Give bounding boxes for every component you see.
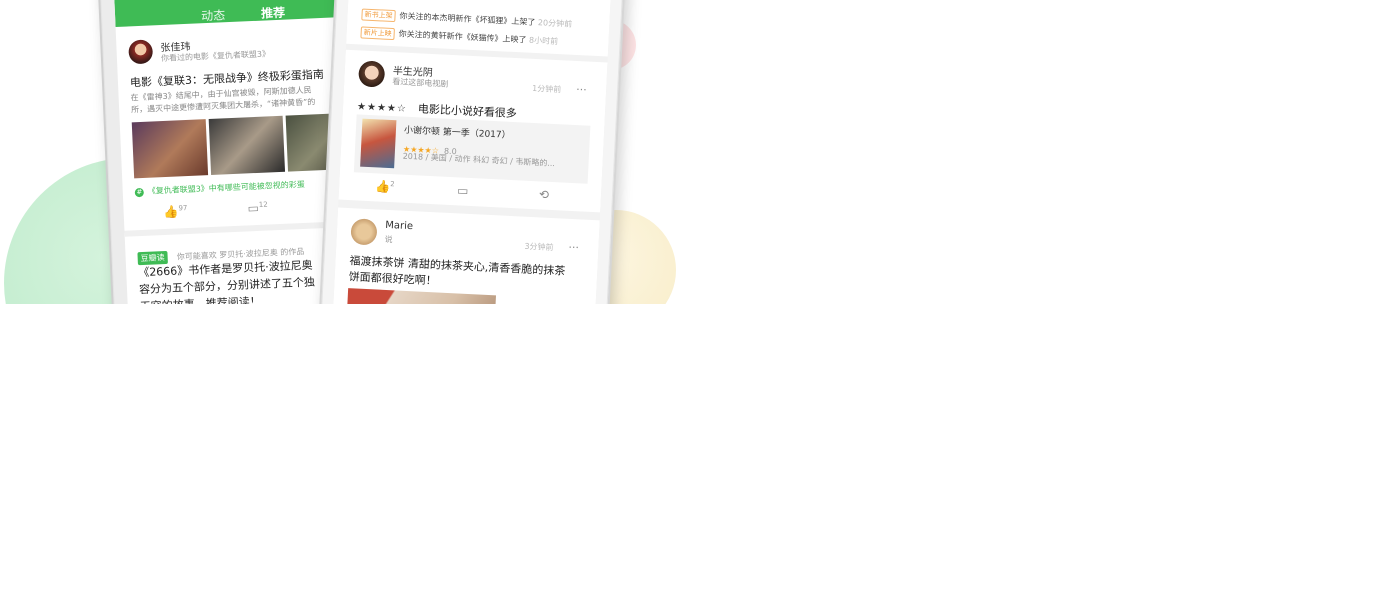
left-phone-screen: 动态 推荐 张佳玮 你看过的电影《复仇者联盟3》 电影《复联3：无限战争》终极彩… <box>111 0 355 304</box>
post-image-row <box>131 112 355 179</box>
post-user-name[interactable]: Marie <box>385 220 413 232</box>
status-card: Marie 说 3分钟前 ··· 福渡抹茶饼 清甜的抹茶夹心,清香香脆的抹茶 饼… <box>329 207 600 304</box>
avatar[interactable] <box>358 60 386 88</box>
review-card: 半生光阴 看过这部电视剧 1分钟前 ··· ★★★★☆ 电影比小说好看很多 小谢… <box>338 49 608 213</box>
post-time: 1分钟前 <box>531 83 562 95</box>
comment-icon: ▭ <box>456 183 469 198</box>
repost-button[interactable]: ⟲ <box>539 187 550 201</box>
avatar[interactable] <box>128 39 154 65</box>
like-count: 97 <box>178 204 188 213</box>
avatar[interactable] <box>350 218 378 246</box>
notice-text: 你关注的本杰明新作《坏狐狸》上架了 <box>399 11 536 27</box>
notice-tag: 新片上映 <box>360 26 395 41</box>
status-text-line2: 饼面都很好吃啊！ <box>348 270 437 288</box>
like-button[interactable]: 👍97 <box>163 204 187 219</box>
post-user-subtitle: 看过这部电视剧 <box>392 77 449 89</box>
rating-stars: ★★★★☆ <box>356 101 408 115</box>
hero-scene: 动态 推荐 张佳玮 你看过的电影《复仇者联盟3》 电影《复联3：无限战争》终极彩… <box>0 0 1382 304</box>
comment-count: 12 <box>258 200 268 209</box>
repost-icon: ⟲ <box>538 187 550 202</box>
more-icon[interactable]: ··· <box>576 83 587 96</box>
like-icon: 👍 <box>374 179 391 195</box>
post-time: 3分钟前 <box>524 241 554 253</box>
like-icon: 👍 <box>163 204 179 220</box>
right-phone-mockup: 新书上架 你关注的本杰明新作《坏狐狸》上架了 20分钟前 新片上映 你关注的黄轩新作… <box>313 0 629 304</box>
movie-meta: 2018 / 美国 / 动作 科幻 奇幻 / 韦斯略的... <box>402 151 556 169</box>
post-user-subtitle: 说 <box>384 234 393 245</box>
hashtag-icon: # <box>134 187 145 198</box>
active-tab-indicator <box>263 20 284 24</box>
notice-time: 20分钟前 <box>537 18 573 29</box>
right-phone-screen: 新书上架 你关注的本杰明新作《坏狐狸》上架了 20分钟前 新片上映 你关注的黄轩新作… <box>328 0 614 304</box>
post-image[interactable] <box>208 115 286 175</box>
notice-tag: 新书上架 <box>361 8 396 23</box>
tab-feed[interactable]: 动态 <box>201 6 226 24</box>
divider <box>124 221 347 237</box>
tab-recommend[interactable]: 推荐 <box>261 4 286 22</box>
more-icon[interactable]: ··· <box>568 241 579 254</box>
notice-card: 新书上架 你关注的本杰明新作《坏狐狸》上架了 20分钟前 新片上映 你关注的黄轩新作… <box>346 0 612 57</box>
notice-time: 8小时前 <box>528 35 559 47</box>
post-image[interactable] <box>131 119 209 179</box>
like-button[interactable]: 👍2 <box>375 179 395 194</box>
notice-text: 你关注的黄轩新作《妖猫传》上映了 <box>398 29 527 45</box>
comment-button[interactable]: ▭ <box>457 183 469 198</box>
notice-item[interactable]: 新片上映 你关注的黄轩新作《妖猫传》上映了 8小时前 <box>360 26 558 48</box>
status-photo[interactable] <box>345 288 497 304</box>
topic-text: 《复仇者联盟3》中有哪些可能被忽视的彩蛋 <box>147 179 305 196</box>
movie-poster <box>360 118 397 169</box>
like-count: 2 <box>390 180 395 189</box>
movie-card[interactable]: 小谢尔顿 第一季（2017） ★★★★☆ 8.0 2018 / 美国 / 动作 … <box>353 114 591 184</box>
comment-button[interactable]: ▭12 <box>247 201 268 216</box>
topic-link[interactable]: # 《复仇者联盟3》中有哪些可能被忽视的彩蛋 <box>134 179 305 198</box>
